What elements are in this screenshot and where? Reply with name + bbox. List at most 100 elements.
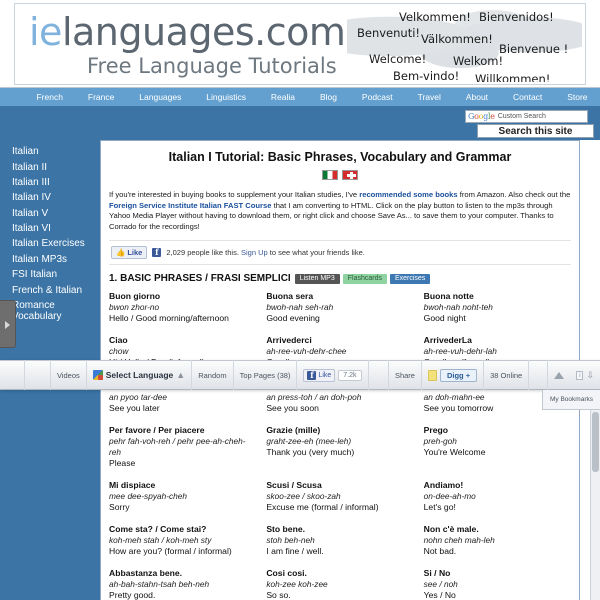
nav-item-french[interactable]: French — [24, 92, 75, 102]
toolbar-digg-button[interactable]: Digg + — [422, 360, 485, 390]
section-title: 1. BASIC PHRASES / FRASI SEMPLICI — [109, 273, 291, 284]
vocab-entry: Abbastanza bene. ah-bah-stahn-tsah beh-ne… — [109, 568, 256, 600]
toolbar-select-language-label: Select Language — [105, 370, 174, 380]
sidebar-item-italian-iv[interactable]: Italian IV — [8, 190, 100, 205]
vocab-term: ArrivederLa — [423, 335, 472, 345]
vocab-entry: Sto bene. stoh beh-neh I am fine / well. — [266, 524, 413, 557]
vocab-term: Prego — [423, 425, 449, 435]
vocab-pronunciation: graht-zee-eh (mee-leh) — [266, 436, 352, 446]
nav-item-blog[interactable]: Blog — [308, 92, 350, 102]
sidebar-item-italian-v[interactable]: Italian V — [8, 206, 100, 221]
sidebar-item-italian[interactable]: Italian — [8, 144, 100, 159]
nav-item-languages[interactable]: Languages — [127, 92, 194, 102]
vocab-entry: Prego preh-goh You're Welcome — [424, 425, 571, 469]
toolbar-digg-label: Digg + — [439, 368, 478, 382]
facebook-signup-link[interactable]: Sign Up — [241, 248, 268, 257]
vocab-pronunciation: mee dee-spyah-cheh — [109, 491, 187, 501]
my-bookmarks-tab[interactable]: My Bookmarks — [542, 390, 600, 410]
world-map-greetings: Velkommen! Bienvenidos! Benvenuti! Välkomme… — [347, 6, 582, 82]
section-button-mp3[interactable]: Listen MP3 — [294, 273, 340, 284]
fsi-course-link[interactable]: Foreign Service Institute Italian FAST C… — [109, 201, 271, 210]
greeting-text: Välkommen! — [421, 32, 493, 46]
sidebar-item-italian-exercises[interactable]: Italian Exercises — [8, 236, 100, 251]
flyout-toggle-tab[interactable] — [0, 300, 16, 348]
vocab-meaning: You're Welcome — [423, 447, 486, 457]
scrollbar-thumb[interactable] — [592, 412, 599, 472]
toolbar-videos-button[interactable]: Videos — [51, 360, 87, 390]
vocab-term: Buon giorno — [109, 291, 161, 301]
nav-item-podcast[interactable]: Podcast — [349, 92, 405, 102]
vocab-pronunciation: an press-toh / an doh-poh — [266, 392, 362, 402]
vocab-entry: Buon giorno bwon zhor-no Hello / Good morn… — [109, 291, 256, 324]
vocab-meaning: Yes / No — [423, 590, 456, 600]
vocab-meaning: See you soon — [266, 403, 319, 413]
vocab-term: Andiamo! — [423, 480, 464, 490]
nav-item-contact[interactable]: Contact — [501, 92, 555, 102]
search-input[interactable]: Google Custom Search — [465, 110, 588, 123]
toolbar-fb-like-button[interactable]: f Like — [303, 368, 336, 382]
vocab-entry: Cosi cosi. koh-zee koh-zee So so. — [266, 568, 413, 600]
toolbar-random-button[interactable]: Random — [192, 360, 234, 390]
vocab-term: Buona notte — [423, 291, 474, 301]
vocab-term: Mi dispiace — [109, 480, 156, 490]
vocab-term: Scusi / Scusa — [266, 480, 322, 490]
section-header: 1. BASIC PHRASES / FRASI SEMPLICI Listen… — [109, 273, 571, 284]
search-button[interactable]: Search this site — [477, 124, 594, 138]
facebook-like-button[interactable]: 👍 Like — [111, 246, 148, 259]
sidebar-item-italian-ii[interactable]: Italian II — [8, 159, 100, 174]
greeting-text: Velkommen! — [399, 10, 471, 24]
greeting-text: Bem-vindo! — [393, 69, 460, 82]
vocab-pronunciation: nohn cheh mah-leh — [423, 535, 495, 545]
vocab-pronunciation: koh-zee koh-zee — [266, 579, 328, 589]
vocab-term: Non c'è male. — [423, 524, 479, 534]
section-button-flash[interactable]: Flashcards — [342, 273, 387, 284]
toolbar-fb-like-label: Like — [318, 371, 332, 379]
nav-item-linguistics[interactable]: Linguistics — [194, 92, 259, 102]
greeting-text: Benvenuti! — [357, 26, 421, 40]
greeting-text: Welcome! — [369, 52, 427, 66]
toolbar-top-pages-button[interactable]: Top Pages (38) — [234, 360, 298, 390]
sidebar-item-romance-vocabulary[interactable]: Romance Vocabulary — [8, 298, 100, 324]
vocab-pronunciation: ah-ree-vuh-dehr-chee — [266, 346, 347, 356]
amazon-books-link[interactable]: recommended some books — [359, 190, 457, 199]
toolbar-share-button[interactable]: Share — [389, 360, 422, 390]
digg-swatch-icon — [427, 369, 437, 381]
up-arrow-icon — [554, 371, 565, 379]
page-title: Italian I Tutorial: Basic Phrases, Vocab… — [168, 150, 512, 164]
sidebar-item-italian-mp3s[interactable]: Italian MP3s — [8, 252, 100, 267]
nav-item-travel[interactable]: Travel — [405, 92, 453, 102]
vocab-entry: Grazie (mille) graht-zee-eh (mee-leh) Than… — [266, 425, 413, 469]
page-scrollbar[interactable] — [590, 410, 600, 600]
toolbar-thumbs-up-button[interactable] — [548, 360, 570, 390]
nav-item-store[interactable]: Store — [555, 92, 600, 102]
section-button-ex[interactable]: Exercises — [389, 273, 431, 284]
nav-item-about[interactable]: About — [453, 92, 500, 102]
vocab-pronunciation: ah-ree-vuh-dehr-lah — [423, 346, 497, 356]
toolbar-select-language[interactable]: Select Language ▲ — [87, 360, 193, 390]
vocab-pronunciation: koh-meh stah / koh-meh sty — [109, 535, 212, 545]
vocab-meaning: How are you? (formal / informal) — [109, 546, 232, 556]
facebook-social-text: 2,029 people like this. Sign Up to see w… — [166, 248, 364, 257]
site-logo[interactable]: ielanguages.com — [29, 10, 346, 54]
thumbs-up-icon: 👍 — [116, 248, 126, 257]
vocab-meaning: Good evening — [266, 313, 320, 323]
sidebar-item-french-italian[interactable]: French & Italian — [8, 282, 100, 297]
toolbar-more-button[interactable]: i ⇩ — [570, 360, 600, 390]
vocab-term: Sto bene. — [266, 524, 306, 534]
sidebar-item-italian-iii[interactable]: Italian III — [8, 175, 100, 190]
lower-page-region: an pyoo tar-dee See you later an press-toh… — [0, 390, 600, 600]
sidebar-item-italian-vi[interactable]: Italian VI — [8, 221, 100, 236]
vocabulary-grid-lower: an pyoo tar-dee See you later an press-toh… — [109, 390, 571, 600]
info-square-icon: i — [576, 370, 584, 380]
site-header: ielanguages.com Free Language Tutorials … — [0, 0, 600, 88]
sidebar-item-fsi-italian[interactable]: FSI Italian — [8, 267, 100, 282]
vocab-entry: an pyoo tar-dee See you later — [109, 392, 256, 414]
vocab-pronunciation: an pyoo tar-dee — [109, 392, 167, 402]
greeting-text: Bienvenue ! — [499, 42, 569, 56]
vocab-pronunciation: see / noh — [423, 579, 458, 589]
nav-item-realia[interactable]: Realia — [258, 92, 307, 102]
nav-item-france[interactable]: France — [75, 92, 126, 102]
vocab-meaning: Excuse me (formal / informal) — [266, 502, 379, 512]
vocab-entry: Andiamo! on-dee-ah-mo Let's go! — [424, 480, 571, 513]
toolbar-facebook-like[interactable]: f Like 7.2k — [297, 360, 369, 390]
